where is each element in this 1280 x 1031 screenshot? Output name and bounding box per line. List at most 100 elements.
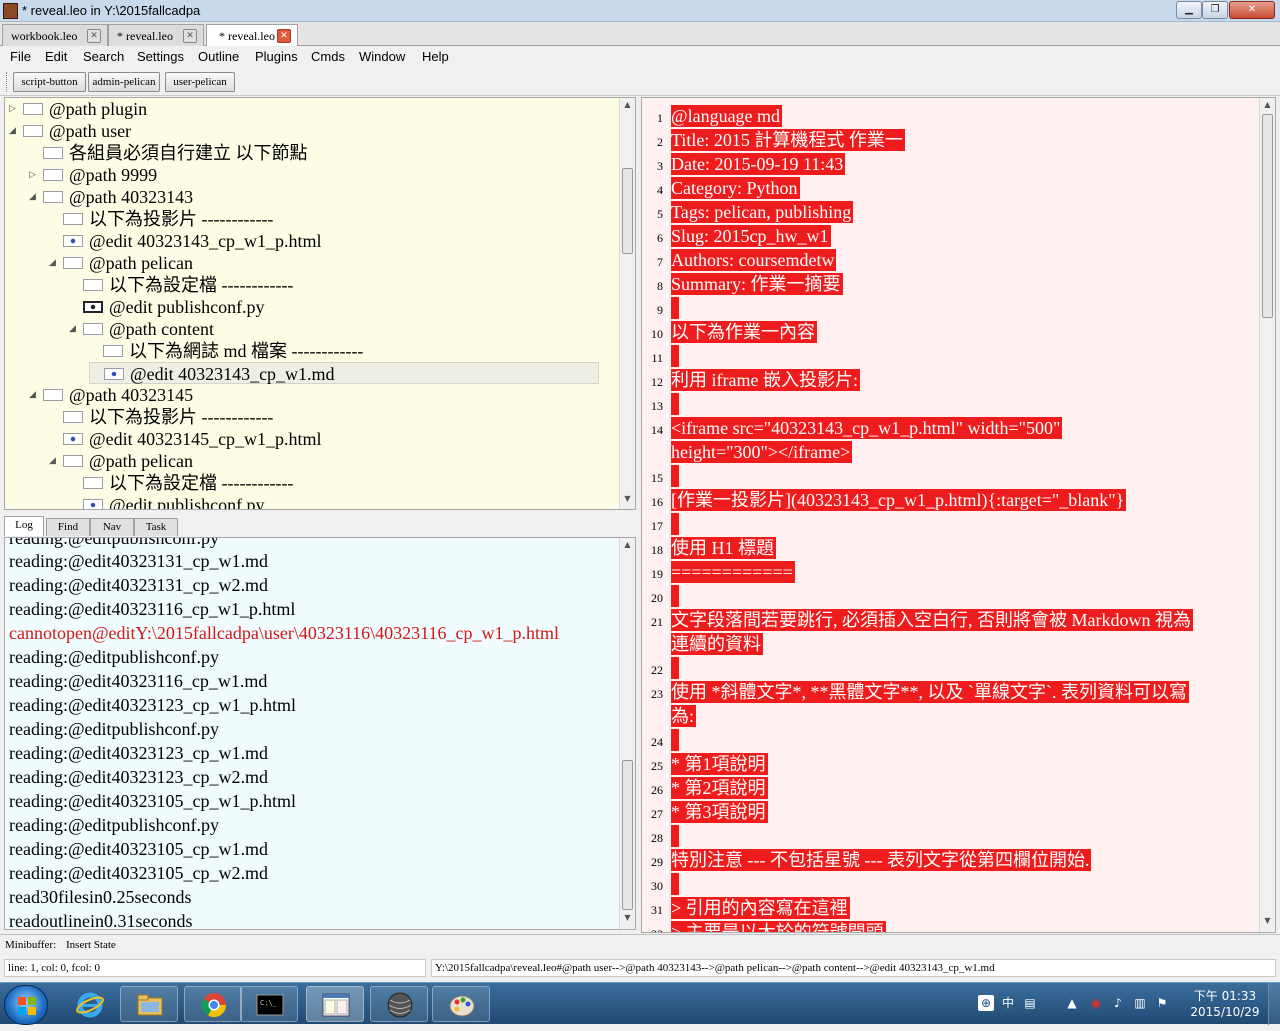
close-window-button[interactable]: ✕	[1229, 1, 1275, 19]
taskbar-chrome[interactable]	[184, 986, 242, 1022]
taskbar-ie[interactable]	[60, 986, 118, 1022]
scroll-thumb[interactable]	[622, 168, 633, 254]
show-hidden-icons[interactable]: ▲	[1064, 995, 1080, 1011]
menu-cmds[interactable]: Cmds	[311, 49, 345, 64]
start-button[interactable]	[4, 985, 48, 1025]
scroll-down-arrow-icon[interactable]: ▼	[1260, 916, 1275, 930]
admin-pelican-button[interactable]: admin-pelican	[88, 72, 160, 92]
keyboard-icon[interactable]: ▤	[1022, 995, 1038, 1011]
outline-node[interactable]: ◢ @path pelican	[49, 252, 193, 274]
collapse-arrow-icon[interactable]: ◢	[9, 120, 21, 142]
collapse-arrow-icon[interactable]: ◢	[29, 384, 41, 406]
outline-node[interactable]: 各組員必須自行建立 以下節點	[29, 142, 308, 164]
outline-node[interactable]: @edit 40323143_cp_w1_p.html	[49, 230, 322, 252]
sphere-icon	[387, 992, 413, 1018]
volume-icon[interactable]: ♪	[1110, 995, 1126, 1011]
outline-node[interactable]: ◢ @path pelican	[49, 450, 193, 472]
system-clock[interactable]: 下午 01:33 2015/10/29	[1188, 988, 1262, 1020]
menu-file[interactable]: File	[10, 49, 31, 64]
collapse-arrow-icon[interactable]: ◢	[29, 186, 41, 208]
toolbar-grip[interactable]	[6, 72, 9, 92]
log-scrollbar[interactable]: ▲ ▼	[619, 538, 635, 929]
outline-scrollbar[interactable]: ▲ ▼	[619, 98, 635, 509]
antivirus-icon[interactable]: ◉	[1088, 995, 1104, 1011]
outline-node[interactable]: ◢ @path 40323143	[29, 186, 193, 208]
file-tab-workbook[interactable]: workbook.leo ✕	[2, 24, 108, 46]
close-tab-icon[interactable]: ✕	[277, 29, 291, 43]
outline-node[interactable]: @edit 40323145_cp_w1_p.html	[49, 428, 322, 450]
node-path: Y:\2015fallcadpa\reveal.leo#@path user--…	[431, 959, 1276, 977]
taskbar-leo[interactable]	[306, 986, 364, 1022]
outline-pane[interactable]: ▷ @path plugin ◢ @path user 各組員必須自行建立 以下節點…	[4, 97, 636, 510]
taskbar-cmd[interactable]: C:\_	[240, 986, 298, 1022]
outline-node[interactable]: ▷ @path 9999	[29, 164, 157, 186]
leo-app-icon[interactable]	[3, 3, 18, 19]
outline-node[interactable]: ◢ @path user	[9, 120, 131, 142]
network-icon[interactable]: ▥	[1132, 995, 1148, 1011]
outline-node-selected[interactable]: @edit 40323143_cp_w1.md	[89, 362, 599, 384]
outline-node[interactable]: @edit publishconf.py	[69, 296, 265, 318]
scroll-down-arrow-icon[interactable]: ▼	[620, 913, 635, 927]
menu-plugins[interactable]: Plugins	[255, 49, 298, 64]
outline-node[interactable]: 以下為網誌 md 檔案 ------------	[89, 340, 363, 362]
outline-node[interactable]: ◢ @path content	[69, 318, 214, 340]
taskbar-explorer[interactable]	[120, 986, 178, 1022]
menu-settings[interactable]: Settings	[137, 49, 184, 64]
file-tab-label: workbook.leo	[11, 29, 78, 43]
line-number: 31	[651, 903, 663, 917]
taskbar-sphere-app[interactable]	[370, 986, 428, 1022]
expand-arrow-icon[interactable]: ▷	[29, 164, 41, 186]
file-tab-reveal-1[interactable]: * reveal.leo ✕	[108, 24, 204, 46]
menu-outline[interactable]: Outline	[198, 49, 239, 64]
outline-node[interactable]: @edit publishconf.py	[69, 494, 265, 509]
minibuffer[interactable]: Minibuffer: Insert State	[0, 934, 1280, 956]
script-button[interactable]: script-button	[13, 72, 86, 92]
taskbar-paint[interactable]	[432, 986, 490, 1022]
scroll-up-arrow-icon[interactable]: ▲	[1260, 100, 1275, 114]
log-line: reading:@edit40323123_cp_w1.md	[9, 743, 269, 763]
node-headline: @path pelican	[89, 253, 194, 273]
user-pelican-button[interactable]: user-pelican	[165, 72, 235, 92]
outline-node[interactable]: ▷ @path plugin	[9, 98, 147, 120]
close-tab-icon[interactable]: ✕	[87, 29, 101, 43]
scroll-thumb[interactable]	[622, 760, 633, 910]
line-number: 12	[651, 375, 663, 389]
outline-node[interactable]: 以下為投影片 ------------	[49, 208, 273, 230]
show-desktop-button[interactable]	[1268, 983, 1280, 1025]
outline-node[interactable]: 以下為設定檔 ------------	[69, 274, 293, 296]
scroll-up-arrow-icon[interactable]: ▲	[620, 100, 635, 114]
body-scrollbar[interactable]: ▲ ▼	[1259, 98, 1275, 932]
tab-task[interactable]: Task	[134, 518, 178, 536]
tab-nav[interactable]: Nav	[90, 518, 134, 536]
tab-find[interactable]: Find	[46, 518, 90, 536]
maximize-button[interactable]: ❐	[1202, 1, 1228, 19]
log-pane[interactable]: reading:@editpublishconf.py reading:@edi…	[4, 537, 636, 930]
tab-log[interactable]: Log	[4, 516, 44, 536]
ime-chinese-icon[interactable]: 中	[1000, 995, 1016, 1011]
collapse-arrow-icon[interactable]: ◢	[49, 252, 61, 274]
scroll-up-arrow-icon[interactable]: ▲	[620, 540, 635, 554]
outline-node[interactable]: ◢ @path 40323145	[29, 384, 193, 406]
close-tab-icon[interactable]: ✕	[183, 29, 197, 43]
outline-node[interactable]: 以下為投影片 ------------	[49, 406, 273, 428]
collapse-arrow-icon[interactable]: ◢	[69, 318, 81, 340]
outline-node[interactable]: 以下為設定檔 ------------	[69, 472, 293, 494]
menu-window[interactable]: Window	[359, 49, 405, 64]
menu-edit[interactable]: Edit	[45, 49, 67, 64]
scroll-thumb[interactable]	[1262, 114, 1273, 318]
action-center-flag-icon[interactable]: ⚑	[1154, 995, 1170, 1011]
node-headline: 以下為網誌 md 檔案 ------------	[129, 341, 364, 361]
ime-icon[interactable]: ⊕	[978, 995, 994, 1011]
minimize-button[interactable]: ▁	[1176, 1, 1202, 19]
collapse-arrow-icon[interactable]: ◢	[49, 450, 61, 472]
clock-time: 下午 01:33	[1193, 989, 1257, 1003]
menu-help[interactable]: Help	[422, 49, 449, 64]
body-editor[interactable]: 1 @language md 2 Title: 2015 計算機程式 作業一 3…	[641, 97, 1276, 933]
body-line: 特別注意 --- 不包括星號 --- 表列文字從第四欄位開始.	[671, 849, 1092, 871]
expand-arrow-icon[interactable]: ▷	[9, 98, 21, 120]
minibuffer-label: Minibuffer:	[5, 939, 57, 951]
file-tab-reveal-2[interactable]: * reveal.leo ✕	[206, 24, 298, 47]
node-headline: @edit 40323145_cp_w1_p.html	[89, 429, 322, 449]
menu-search[interactable]: Search	[83, 49, 124, 64]
scroll-down-arrow-icon[interactable]: ▼	[620, 494, 635, 508]
